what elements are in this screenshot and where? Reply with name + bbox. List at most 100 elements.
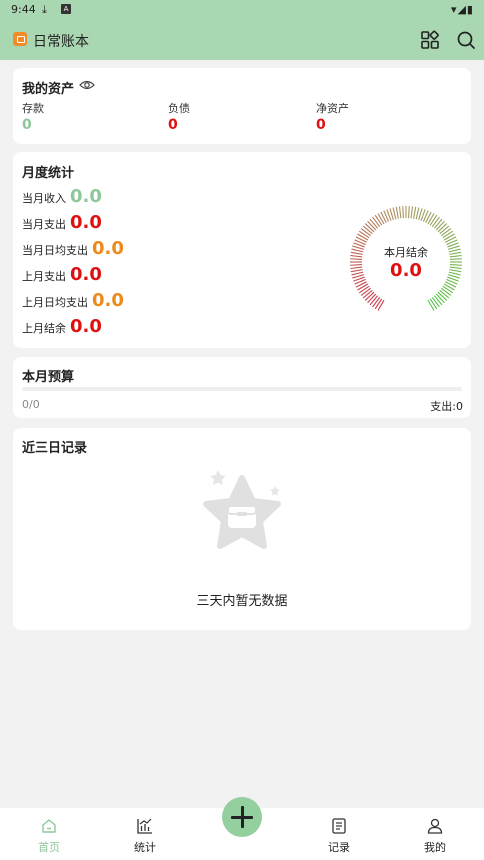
nav-item-profile[interactable]: 我的 [400, 808, 470, 860]
gauge-tick [439, 289, 450, 299]
stat-row-last-daily-avg: 上月日均支出 0.0 [22, 290, 124, 311]
liability-label: 负债 [168, 102, 190, 115]
gauge-tick [364, 291, 375, 301]
gauge-tick [431, 216, 440, 228]
gauge-tick [437, 291, 448, 301]
gauge-tick [374, 298, 383, 310]
gauge-tick [367, 220, 377, 231]
monthly-title: 月度统计 [22, 166, 75, 181]
stat-label: 上月结余 [22, 322, 66, 335]
signal-battery-icons: ▾◢▮ [450, 3, 474, 16]
gauge-tick [360, 228, 372, 237]
stat-value: 0.0 [70, 212, 102, 233]
assets-title: 我的资产 [22, 82, 75, 97]
nav-label-home: 首页 [38, 841, 60, 854]
stat-label: 上月日均支出 [22, 296, 88, 309]
stat-value: 0.0 [70, 186, 102, 207]
monthly-stats-card: 月度统计 当月收入 0.0 当月支出 0.0 当月日均支出 0.0 上月支出 0.0 上… [13, 152, 471, 348]
net-assets-label: 净资产 [316, 102, 349, 115]
document-icon [332, 818, 346, 834]
gauge-tick [398, 206, 402, 219]
status-bar: 9:44 ⤓ A ▾◢▮ [0, 0, 484, 20]
apps-grid-icon[interactable] [420, 30, 440, 50]
stat-label: 当月收入 [22, 192, 66, 205]
add-record-button[interactable] [222, 797, 262, 837]
gauge-tick [360, 287, 372, 296]
gauge-tick [358, 230, 370, 239]
budget-progress-text: 0/0 [22, 398, 40, 411]
download-icon: ⤓ [42, 3, 47, 16]
gauge-tick [410, 206, 414, 219]
budget-card: 本月预算 0/0 支出:0 [13, 357, 471, 418]
gauge-tick [435, 220, 445, 231]
budget-progress-bar [22, 387, 462, 391]
gauge-tick [372, 296, 381, 308]
net-assets-value: 0 [316, 117, 326, 133]
notification-icon: A [61, 4, 71, 14]
nav-label-profile: 我的 [424, 841, 446, 854]
nav-label-stats: 统计 [134, 841, 156, 854]
gauge-tick [433, 295, 443, 306]
stat-value: 0.0 [70, 316, 102, 337]
gauge-tick [427, 299, 435, 311]
gauge-tick [443, 233, 455, 241]
user-icon [427, 818, 443, 834]
gauge-tick [367, 293, 377, 304]
nav-item-home[interactable]: 首页 [14, 808, 84, 860]
stat-row-last-expense: 上月支出 0.0 [22, 264, 102, 285]
budget-spend-text: 支出:0 [430, 400, 463, 413]
empty-box-illustration-icon [203, 470, 281, 549]
gauge-tick [440, 287, 452, 296]
assets-card: 我的资产 存款 0 负债 0 净资产 0 [13, 68, 471, 144]
gauge-tick [433, 218, 443, 229]
gauge-tick [442, 285, 454, 294]
nav-item-records[interactable]: 记录 [304, 808, 374, 860]
stat-row-expense: 当月支出 0.0 [22, 212, 102, 233]
chart-icon [137, 818, 152, 834]
gauge-tick [440, 228, 452, 237]
deposit-label: 存款 [22, 102, 44, 115]
gauge-tick [402, 206, 404, 219]
gauge-tick [431, 296, 440, 308]
stat-row-daily-avg: 当月日均支出 0.0 [22, 238, 124, 259]
gauge-value: 0.0 [390, 260, 422, 281]
gauge-tick [358, 285, 370, 294]
gauge-tick [437, 223, 448, 233]
stat-label: 当月支出 [22, 218, 66, 231]
app-logo-icon [13, 32, 27, 46]
gauge-tick [413, 206, 417, 219]
deposit-value: 0 [22, 117, 32, 133]
stat-value: 0.0 [92, 238, 124, 259]
stat-label: 当月日均支出 [22, 244, 88, 257]
gauge-tick [395, 206, 399, 219]
status-time: 9:44 [11, 3, 36, 16]
balance-gauge: 本月结余 0.0 [346, 202, 466, 322]
gauge-tick [429, 214, 438, 226]
app-title: 日常账本 [33, 34, 89, 50]
gauge-tick [415, 207, 420, 220]
gauge-tick [357, 283, 369, 291]
recent-title: 近三日记录 [22, 441, 88, 456]
gauge-tick [369, 218, 379, 229]
gauge-label: 本月结余 [384, 246, 428, 259]
stat-label: 上月支出 [22, 270, 66, 283]
gauge-tick [357, 233, 369, 241]
search-icon[interactable] [456, 30, 476, 50]
stat-value: 0.0 [70, 264, 102, 285]
stat-row-last-balance: 上月结余 0.0 [22, 316, 102, 337]
eye-icon[interactable] [79, 79, 95, 91]
gauge-tick [435, 293, 445, 304]
gauge-tick [439, 225, 450, 235]
budget-title: 本月预算 [22, 370, 75, 385]
liability-value: 0 [168, 117, 178, 133]
gauge-tick [392, 207, 397, 220]
gauge-tick [362, 225, 373, 235]
app-bar: 日常账本 [0, 20, 484, 60]
nav-item-stats[interactable]: 统计 [110, 808, 180, 860]
gauge-tick [427, 213, 435, 225]
empty-state-text: 三天内暂无数据 [196, 594, 288, 609]
gauge-tick [408, 206, 410, 219]
gauge-tick [369, 295, 379, 306]
gauge-tick [442, 230, 454, 239]
stat-value: 0.0 [92, 290, 124, 311]
